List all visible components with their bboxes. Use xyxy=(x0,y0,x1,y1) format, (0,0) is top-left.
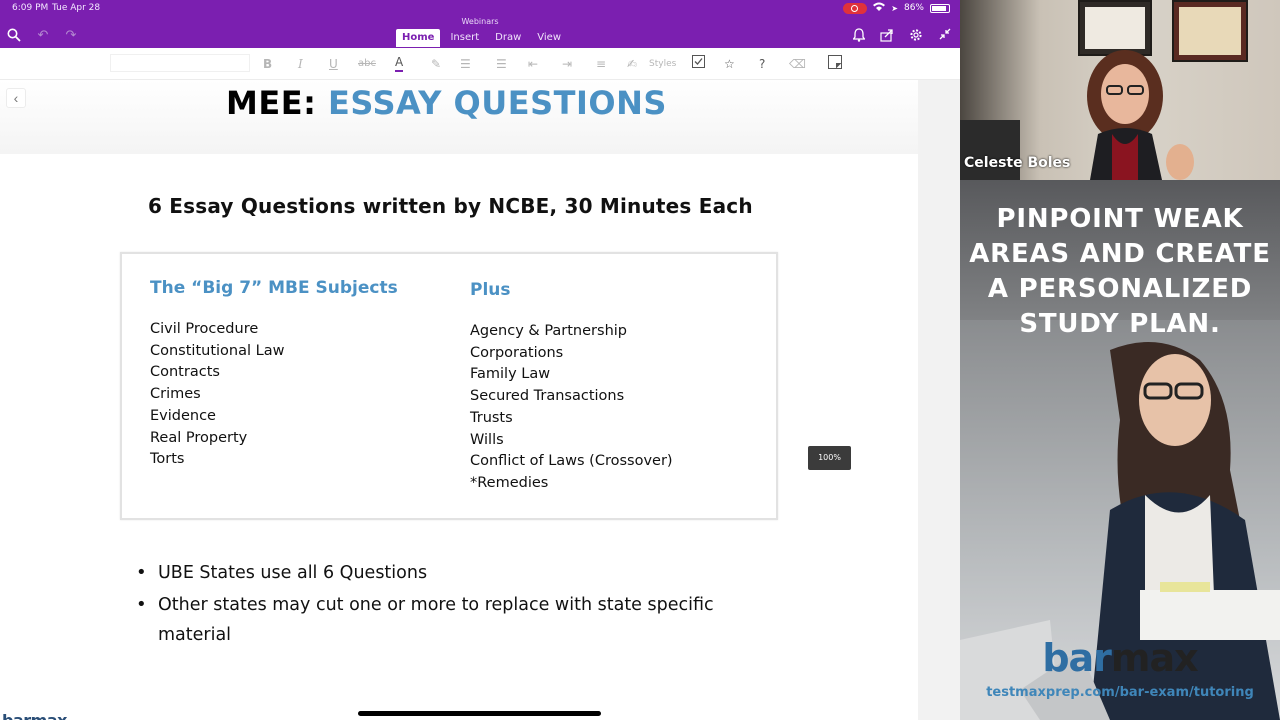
styles-label[interactable]: Styles xyxy=(649,56,676,72)
align-icon[interactable]: ≡ xyxy=(596,56,606,72)
styles-icon[interactable]: ✍ xyxy=(627,56,637,72)
redo-icon[interactable]: ↷ xyxy=(63,28,79,44)
zoom-indicator: 100% xyxy=(808,446,851,470)
title-main: ESSAY QUESTIONS xyxy=(328,84,667,122)
todo-checkbox-icon[interactable] xyxy=(692,55,705,71)
indent-icon[interactable]: ⇥ xyxy=(562,56,572,72)
bell-icon[interactable] xyxy=(851,28,867,44)
location-icon: ➤ xyxy=(891,3,898,13)
footer-logo-text: barmax xyxy=(2,711,67,720)
font-color-icon[interactable]: A xyxy=(395,56,404,72)
tab-insert[interactable]: Insert xyxy=(444,29,485,47)
list-item: Contracts xyxy=(150,364,220,381)
list-item: Trusts xyxy=(470,409,513,426)
wifi-icon xyxy=(873,2,886,14)
home-ribbon: B I U abc A ✎ ☰ ☰ ⇤ ⇥ ≡ ✍ Styles ☆ ? ⌫ xyxy=(0,48,960,80)
logo-max: max xyxy=(1110,636,1199,680)
slide-subtitle: 6 Essay Questions written by NCBE, 30 Mi… xyxy=(148,194,753,218)
plus-subjects-list: Agency & Partnership Corporations Family… xyxy=(470,321,673,495)
logo-bar: bar xyxy=(1042,636,1112,680)
ad-headline-line: PINPOINT WEAK xyxy=(996,204,1244,234)
list-item: Civil Procedure xyxy=(150,321,259,337)
ad-headline-line: STUDY PLAN. xyxy=(1019,309,1221,339)
right-column-heading: Plus xyxy=(470,280,511,300)
list-item: Evidence xyxy=(150,407,216,424)
collapse-icon[interactable] xyxy=(937,28,953,44)
help-icon[interactable]: ? xyxy=(759,56,765,72)
star-icon[interactable]: ☆ xyxy=(724,56,735,72)
slide-header: MEE: ESSAY QUESTIONS xyxy=(0,80,918,154)
subjects-box: The “Big 7” MBE Subjects Civil Procedure… xyxy=(120,252,778,520)
ribbon-tabs: Home Insert Draw View xyxy=(396,29,567,47)
list-item: Crimes xyxy=(150,386,201,403)
highlighter-icon[interactable]: ✎ xyxy=(431,56,441,72)
mbe-subjects-list: Civil Procedure Constitutional Law Contr… xyxy=(150,319,284,471)
undo-icon[interactable]: ↶ xyxy=(35,28,51,44)
list-item: Torts xyxy=(150,451,185,468)
bullet-item: Other states may cut one or more to repl… xyxy=(136,590,776,650)
bullet-list-icon[interactable]: ☰ xyxy=(460,56,471,72)
strikethrough-icon[interactable]: abc xyxy=(358,56,376,72)
toolbar-top: 6:09 PM Tue Apr 28 Webinars ➤ 86% ↶ ↷ Ho… xyxy=(0,0,960,48)
left-column-heading: The “Big 7” MBE Subjects xyxy=(150,278,398,298)
outdent-icon[interactable]: ⇤ xyxy=(528,56,538,72)
numbered-list-icon[interactable]: ☰ xyxy=(496,56,507,72)
bullet-item: UBE States use all 6 Questions xyxy=(136,558,776,588)
sidebar-toggle-button[interactable]: ‹ xyxy=(6,88,26,108)
onenote-window: 6:09 PM Tue Apr 28 Webinars ➤ 86% ↶ ↷ Ho… xyxy=(0,0,960,720)
sticky-note-icon[interactable] xyxy=(828,55,842,71)
ad-headline-line: A PERSONALIZED xyxy=(987,274,1253,304)
advertisement-panel: PINPOINT WEAK AREAS AND CREATE A PERSONA… xyxy=(960,180,1280,720)
list-item: Secured Transactions xyxy=(470,388,625,405)
battery-icon xyxy=(930,3,950,13)
notebook-title: Webinars xyxy=(461,17,499,26)
slide-footer-logo: barmax xyxy=(0,708,110,720)
italic-icon[interactable]: I xyxy=(298,56,303,72)
list-item: Corporations xyxy=(470,344,564,361)
list-item: *Remedies xyxy=(470,474,549,491)
status-time: 6:09 PM xyxy=(12,3,49,13)
app-root: 6:09 PM Tue Apr 28 Webinars ➤ 86% ↶ ↷ Ho… xyxy=(0,0,1280,720)
barmax-logo: barmax xyxy=(960,636,1280,680)
search-icon[interactable] xyxy=(6,28,22,44)
title-prefix: MEE: xyxy=(226,84,317,122)
list-item: Wills xyxy=(470,431,504,448)
share-icon[interactable] xyxy=(879,28,895,44)
list-item: Constitutional Law xyxy=(150,342,285,359)
presenter-video xyxy=(1087,50,1194,180)
status-indicators: ➤ 86% xyxy=(843,2,950,14)
font-selector[interactable] xyxy=(110,54,250,72)
slide-bullets: UBE States use all 6 Questions Other sta… xyxy=(136,558,776,652)
page-margin xyxy=(918,80,960,720)
recording-icon xyxy=(843,2,868,14)
bold-icon[interactable]: B xyxy=(263,56,272,72)
list-item: Real Property xyxy=(150,429,248,446)
gear-icon[interactable] xyxy=(908,28,924,44)
home-indicator[interactable] xyxy=(358,711,601,716)
tag-icon[interactable]: ⌫ xyxy=(789,56,806,72)
list-item: Agency & Partnership xyxy=(470,323,627,339)
underline-icon[interactable]: U xyxy=(329,56,338,72)
list-item: Family Law xyxy=(470,366,551,383)
slide-image: MEE: ESSAY QUESTIONS 6 Essay Questions w… xyxy=(0,80,918,720)
list-item: Conflict of Laws (Crossover) xyxy=(470,453,673,470)
tab-home[interactable]: Home xyxy=(396,29,441,47)
battery-percent: 86% xyxy=(903,3,924,13)
office-equipment xyxy=(960,120,1020,180)
tab-view[interactable]: View xyxy=(531,29,567,47)
ad-headline-line: AREAS AND CREATE xyxy=(969,239,1271,269)
slide-title: MEE: ESSAY QUESTIONS xyxy=(226,84,667,122)
status-date: Tue Apr 28 xyxy=(52,3,101,13)
ad-headline: PINPOINT WEAK AREAS AND CREATE A PERSONA… xyxy=(960,202,1280,342)
presenter-name: Celeste Boles xyxy=(964,155,1071,171)
tab-draw[interactable]: Draw xyxy=(489,29,527,47)
ad-url-link[interactable]: testmaxprep.com/bar-exam/tutoring xyxy=(960,685,1280,700)
